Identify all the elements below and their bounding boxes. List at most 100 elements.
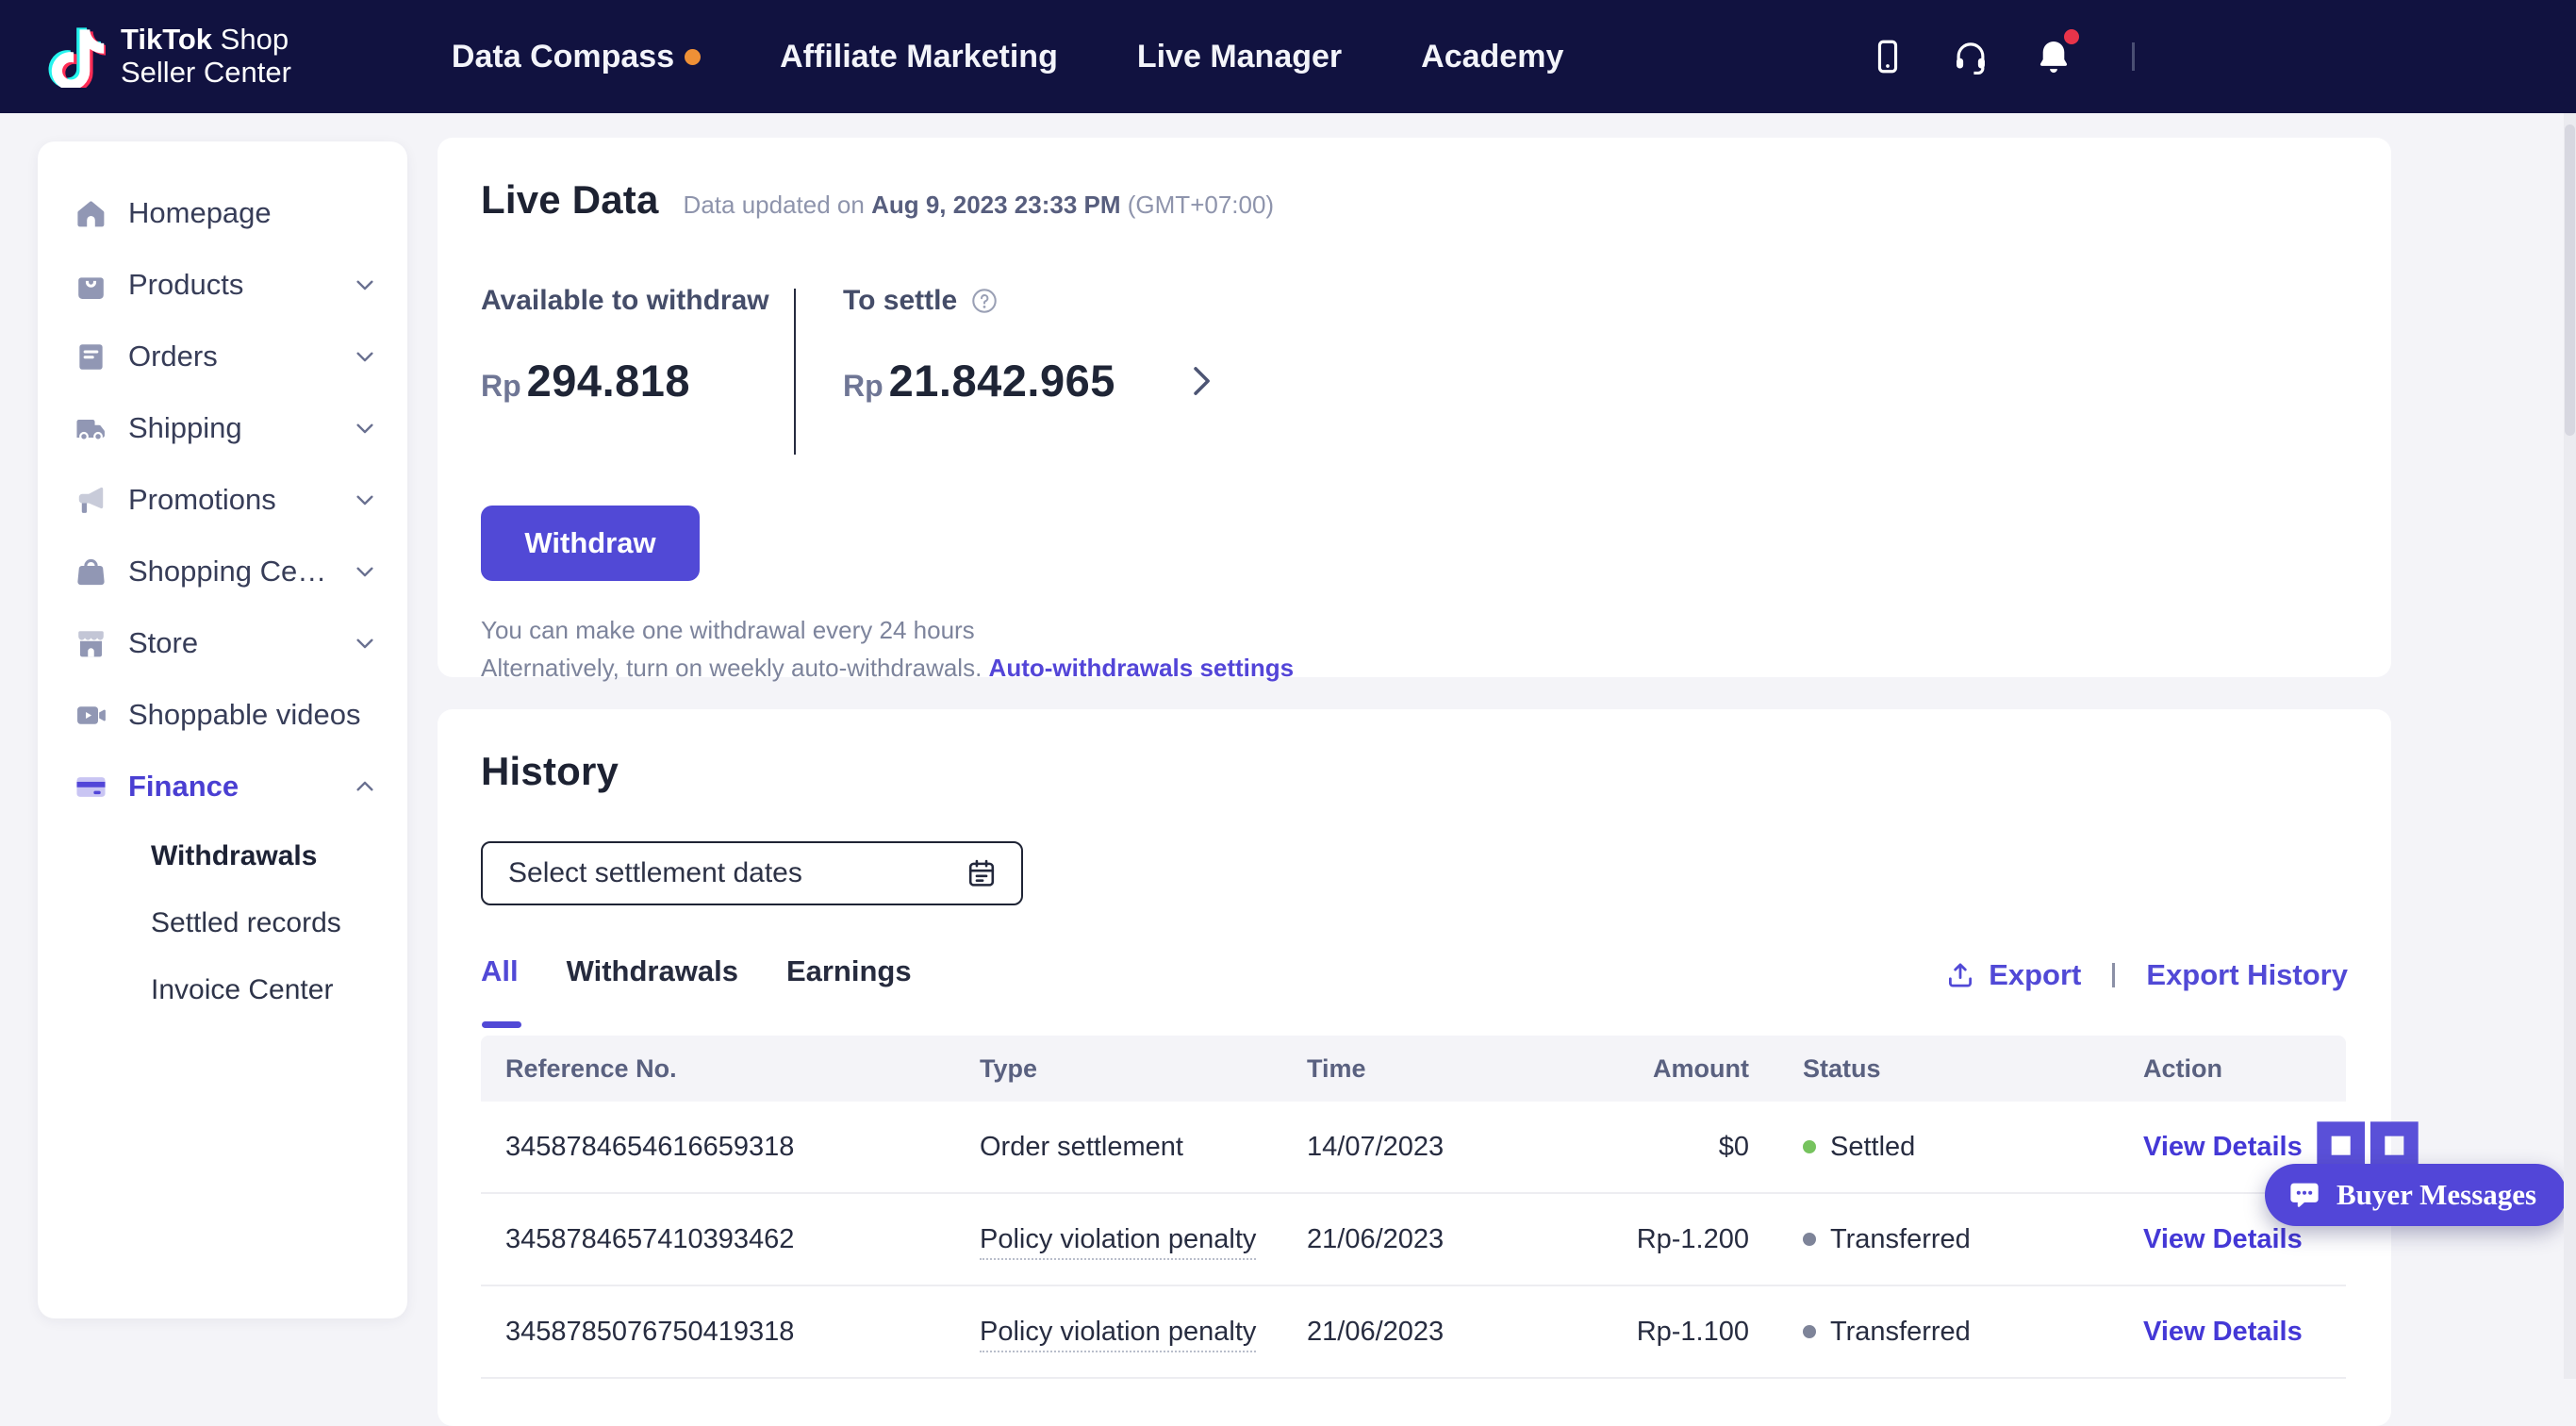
type-text[interactable]: Policy violation penalty <box>980 1224 1256 1260</box>
history-table: Reference No.TypeTimeAmountStatusAction … <box>481 1036 2346 1379</box>
page-scrollbar[interactable] <box>2564 113 2576 1379</box>
sidebar-item-promotions[interactable]: Promotions <box>38 464 407 536</box>
view-details-link[interactable]: View Details <box>2143 1224 2303 1254</box>
table-body: 3458784654616659318Order settlement14/07… <box>481 1102 2346 1379</box>
table-row: 3458785076750419318Policy violation pena… <box>481 1286 2346 1379</box>
sidebar-item-shipping[interactable]: Shipping <box>38 392 407 464</box>
cell-action: View Details <box>2089 1132 2346 1163</box>
sidebar-item-store[interactable]: Store <box>38 607 407 679</box>
store-icon <box>74 626 108 661</box>
new-feature-dot <box>685 49 701 65</box>
withdraw-button[interactable]: Withdraw <box>481 506 700 581</box>
cell-amount: $0 <box>1561 1132 1749 1163</box>
note-line-1: You can make one withdrawal every 24 hou… <box>481 611 2348 649</box>
finance-icon <box>74 770 108 804</box>
to-settle-value: Rp 21.842.965 <box>843 355 1219 406</box>
sidebar-item-label: Shopping Cent... <box>128 555 333 589</box>
chevron-down-icon[interactable] <box>353 416 377 440</box>
chevron-down-icon[interactable] <box>353 631 377 655</box>
orders-icon <box>74 340 108 374</box>
type-text[interactable]: Policy violation penalty <box>980 1317 1256 1352</box>
bell-icon[interactable] <box>2034 37 2073 76</box>
help-question-icon[interactable] <box>970 287 999 315</box>
notification-badge <box>2064 29 2079 44</box>
settlement-date-picker[interactable]: Select settlement dates <box>481 841 1023 905</box>
sidebar-item-finance[interactable]: Finance <box>38 751 407 822</box>
view-details-link[interactable]: View Details <box>2143 1132 2303 1162</box>
sidebar-item-label: Promotions <box>128 483 333 517</box>
nav-item-data-compass[interactable]: Data Compass <box>452 39 701 75</box>
calendar-icon <box>965 856 999 890</box>
cell-reference-no: 3458785076750419318 <box>481 1317 980 1348</box>
logo-brand-bold: TikTok <box>121 23 212 56</box>
sidebar-subitem-invoice-center[interactable]: Invoice Center <box>38 956 407 1023</box>
sidebar-item-label: Store <box>128 626 333 660</box>
cell-amount: Rp-1.200 <box>1561 1224 1749 1255</box>
buyer-messages-button[interactable]: Buyer Messages <box>2265 1164 2567 1226</box>
nav-item-academy[interactable]: Academy <box>1421 39 1563 75</box>
cell-time: 14/07/2023 <box>1307 1132 1561 1163</box>
navbar-actions <box>1868 37 2135 76</box>
status-text: Transferred <box>1830 1224 1971 1255</box>
to-settle-chevron-right-icon[interactable] <box>1183 363 1219 399</box>
chevron-down-icon[interactable] <box>353 273 377 297</box>
logo-text: TikTok Shop Seller Center <box>121 24 291 89</box>
chevron-up-icon[interactable] <box>353 774 377 799</box>
export-history-button[interactable]: Export History <box>2146 958 2348 992</box>
sidebar-item-label: Products <box>128 268 333 302</box>
chevron-down-icon[interactable] <box>353 488 377 512</box>
cell-action: View Details <box>2089 1224 2346 1255</box>
data-updated-text: Data updated on Aug 9, 2023 23:33 PM (GM… <box>684 191 1275 220</box>
sidebar-subitem-withdrawals[interactable]: Withdrawals <box>38 822 407 889</box>
export-button[interactable]: Export <box>1944 958 2081 992</box>
tab-all[interactable]: All <box>481 954 519 996</box>
table-row: 3458784657410393462Policy violation pena… <box>481 1194 2346 1286</box>
sidebar-subitem-settled-records[interactable]: Settled records <box>38 889 407 956</box>
sidebar-item-orders[interactable]: Orders <box>38 321 407 392</box>
buyer-messages-label: Buyer Messages <box>2337 1178 2536 1212</box>
cell-reference-no: 3458784657410393462 <box>481 1224 980 1255</box>
shopping-center-icon <box>74 555 108 589</box>
sidebar-item-label: Shipping <box>128 411 333 445</box>
chevron-down-icon[interactable] <box>353 344 377 369</box>
sidebar-item-products[interactable]: Products <box>38 249 407 321</box>
history-tabs: All Withdrawals Earnings <box>481 954 912 996</box>
logo-brand-light: Shop <box>221 23 289 56</box>
headset-icon[interactable] <box>1951 37 1990 76</box>
cell-time: 21/06/2023 <box>1307 1224 1561 1255</box>
tab-withdrawals[interactable]: Withdrawals <box>567 954 738 996</box>
primary-nav: Data Compass Affiliate Marketing Live Mana… <box>452 39 1563 75</box>
nav-item-affiliate-marketing[interactable]: Affiliate Marketing <box>780 39 1058 75</box>
sidebar-item-homepage[interactable]: Homepage <box>38 177 407 249</box>
column-header-amount: Amount <box>1561 1054 1749 1084</box>
home-icon <box>74 196 108 231</box>
cell-status: Settled <box>1749 1132 2089 1163</box>
sidebar-item-shopping-cent[interactable]: Shopping Cent... <box>38 536 407 607</box>
history-card: History Select settlement dates All Withd… <box>438 709 2391 1426</box>
mobile-icon[interactable] <box>1868 37 1907 76</box>
column-header-type: Type <box>980 1054 1307 1084</box>
type-text: Order settlement <box>980 1132 1183 1162</box>
sidebar-item-label: Orders <box>128 340 333 373</box>
sidebar-item-shoppable-videos[interactable]: Shoppable videos <box>38 679 407 751</box>
column-header-reference-no: Reference No. <box>481 1054 980 1084</box>
tiktok-shop-logo[interactable]: TikTok Shop Seller Center <box>43 24 291 89</box>
export-area: Export Export History <box>1944 958 2348 992</box>
nav-item-live-manager[interactable]: Live Manager <box>1137 39 1342 75</box>
available-to-withdraw-label: Available to withdraw <box>481 285 794 317</box>
live-data-card: Live Data Data updated on Aug 9, 2023 23… <box>438 138 2391 677</box>
sidebar: Homepage Products Orders Shipping Promotions… <box>38 141 407 1318</box>
cell-action: View Details <box>2089 1317 2346 1348</box>
nav-item-label: Live Manager <box>1137 39 1342 75</box>
scrollbar-thumb[interactable] <box>2565 124 2575 436</box>
cell-time: 21/06/2023 <box>1307 1317 1561 1348</box>
cell-type: Policy violation penalty <box>980 1317 1307 1348</box>
history-title: History <box>481 749 2348 794</box>
shipping-icon <box>74 411 108 446</box>
auto-withdrawals-settings-link[interactable]: Auto-withdrawals settings <box>989 654 1295 682</box>
chevron-down-icon[interactable] <box>353 559 377 584</box>
tab-earnings[interactable]: Earnings <box>786 954 912 996</box>
view-details-link[interactable]: View Details <box>2143 1317 2303 1347</box>
sidebar-item-label: Homepage <box>128 196 377 230</box>
live-data-title: Live Data <box>481 177 659 223</box>
